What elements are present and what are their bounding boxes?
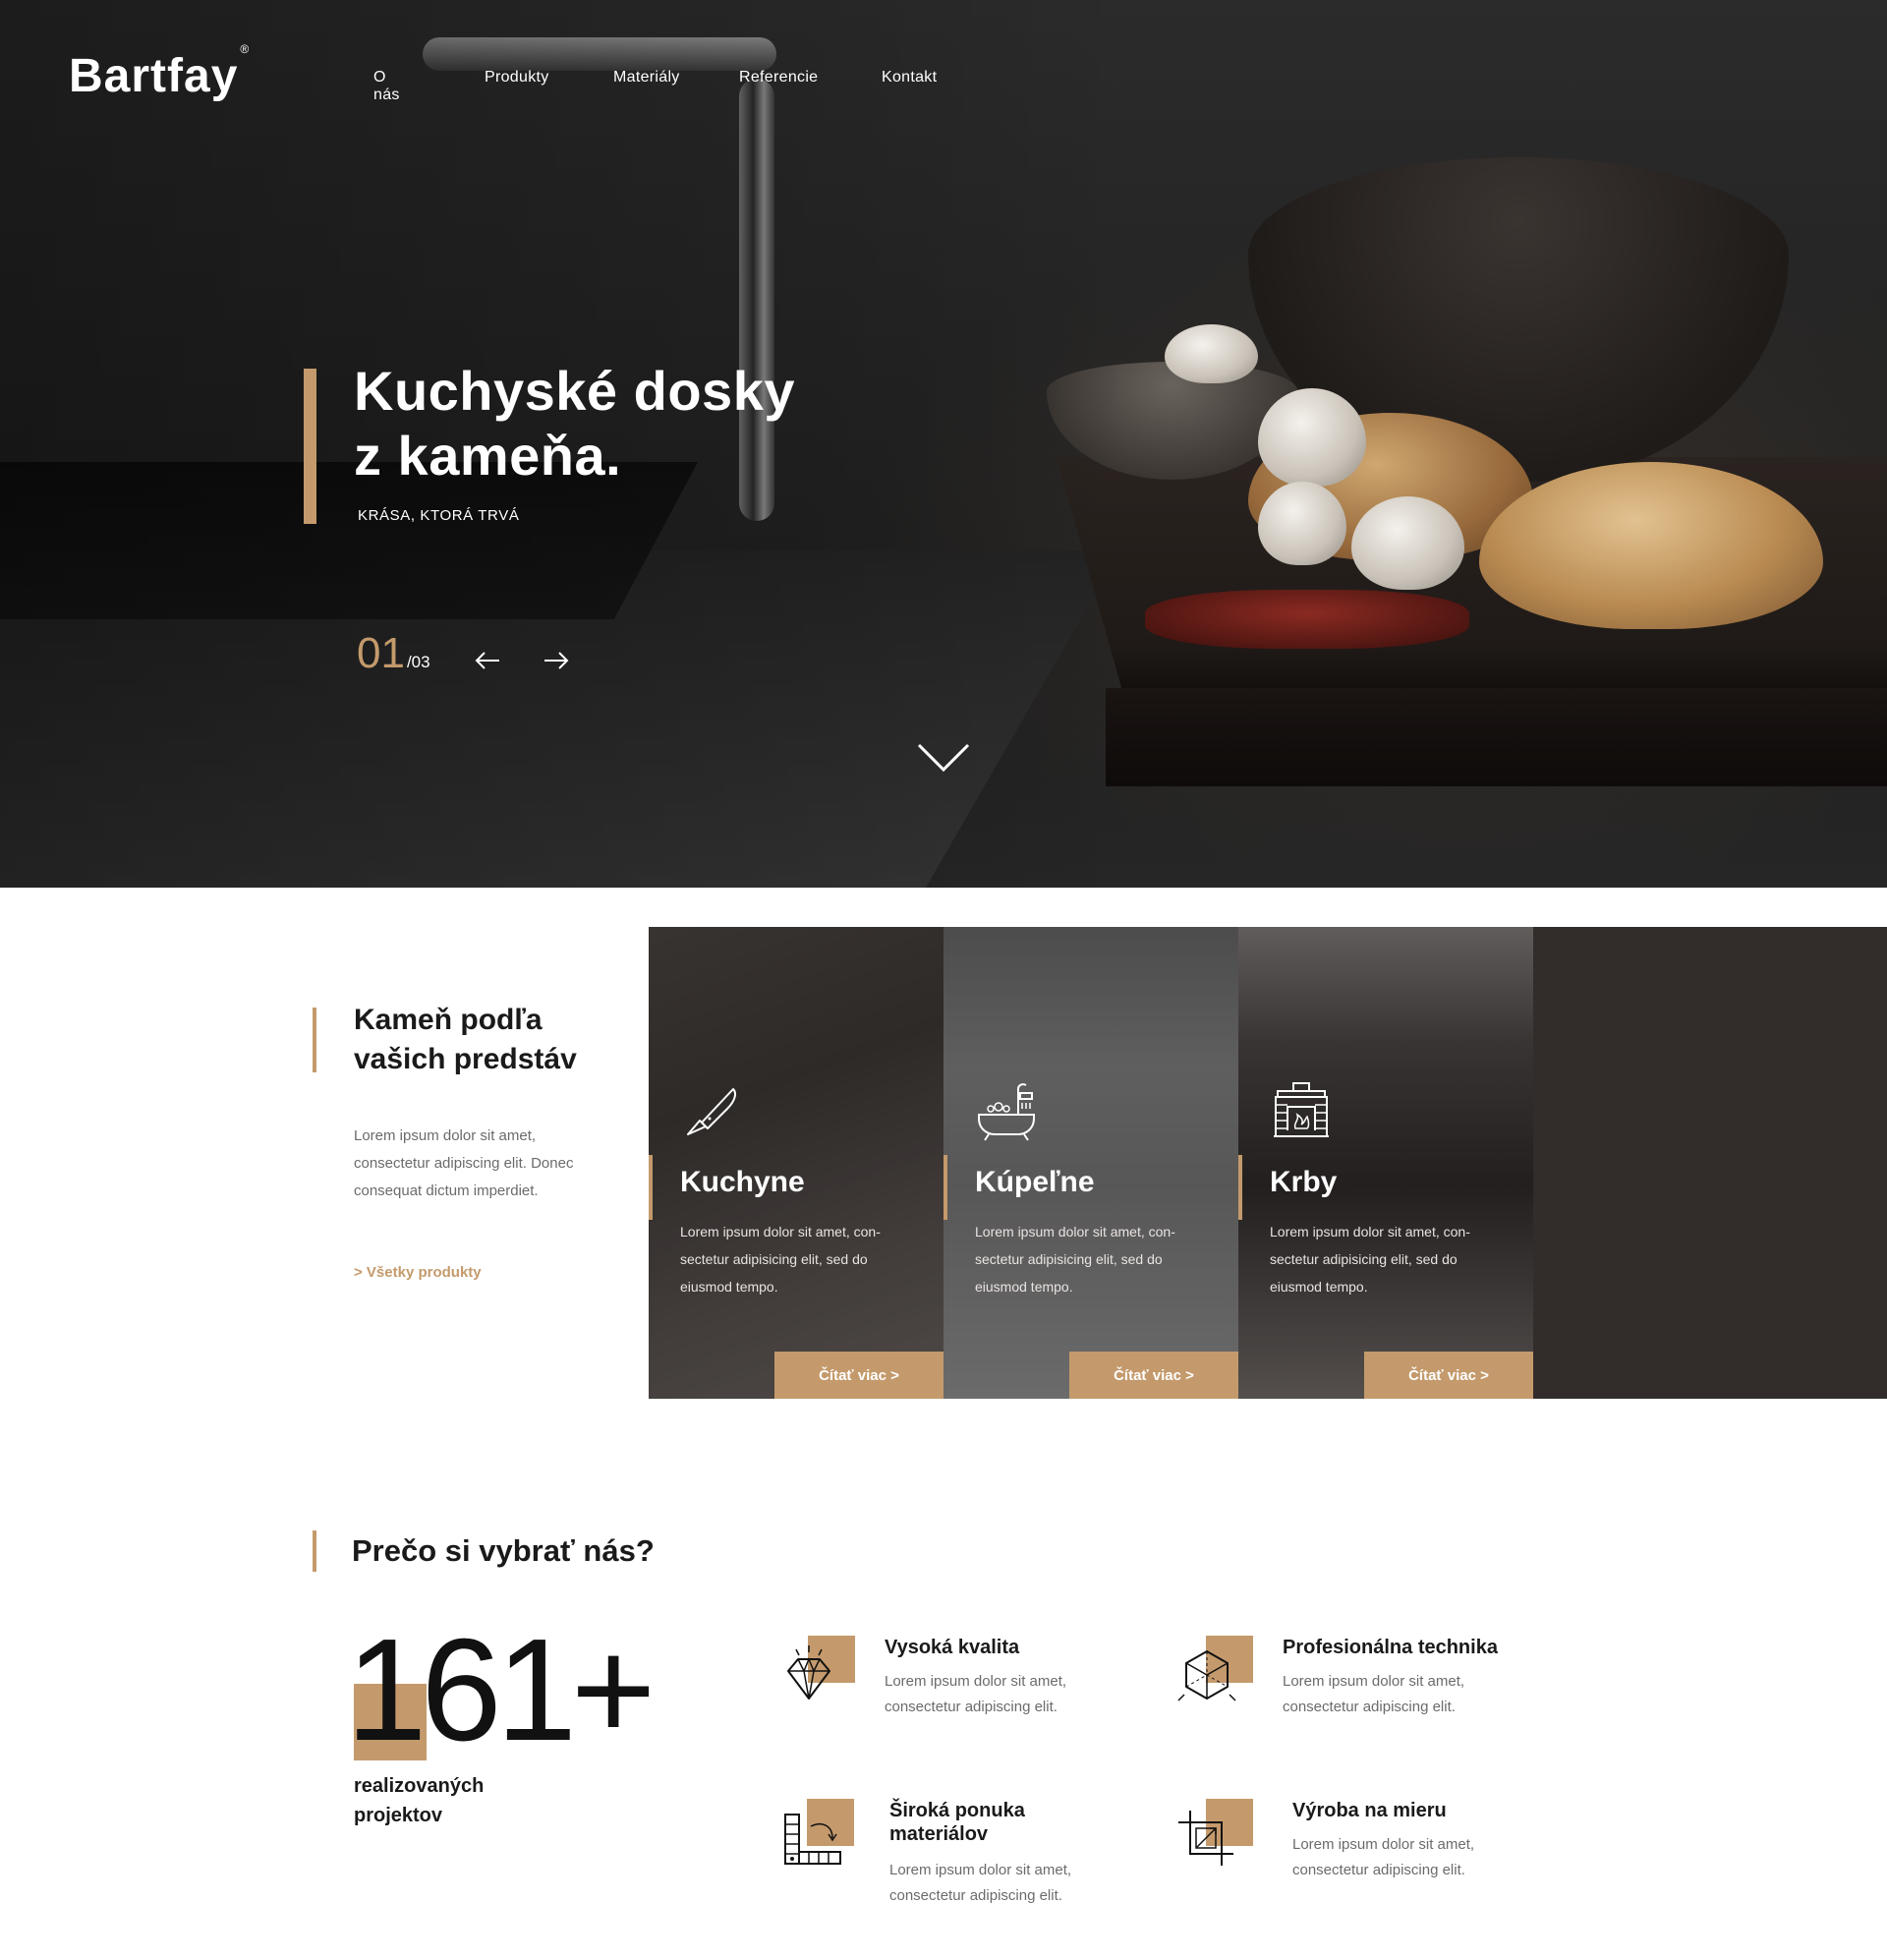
brand-logo[interactable]: Bartfay®	[69, 42, 250, 103]
crop-measure-icon	[1178, 1811, 1233, 1866]
hero-title: Kuchyské dosky z kameňa.	[354, 360, 795, 487]
card-text: Lorem ipsum dolor sit amet, con-sectetur…	[1270, 1224, 1470, 1295]
card-text: Lorem ipsum dolor sit amet, con-sectetur…	[975, 1224, 1175, 1295]
bathtub-icon	[978, 1083, 1035, 1141]
read-more-button[interactable]: Čítať viac >	[1069, 1352, 1238, 1399]
card-title: Kúpeľne	[975, 1166, 1095, 1198]
card-accent-bar	[649, 1155, 653, 1220]
card-title: Kuchyne	[680, 1166, 805, 1198]
card-text: Lorem ipsum dolor sit amet, con-sectetur…	[680, 1224, 881, 1295]
product-card-bathrooms[interactable]: Kúpeľne Lorem ipsum dolor sit amet, con-…	[944, 927, 1238, 1399]
card-title: Krby	[1270, 1166, 1338, 1198]
feature-title: Široká ponuka materiálov	[889, 1800, 1025, 1845]
feature-title: Vysoká kvalita	[885, 1637, 1020, 1658]
card-overlay	[1238, 927, 1533, 1399]
feature-text: Lorem ipsum dolor sit amet, consectetur …	[1292, 1836, 1475, 1878]
all-products-link[interactable]: > Všetky produkty	[354, 1264, 482, 1281]
knife-icon	[687, 1088, 736, 1135]
material-swatches-icon	[784, 1814, 841, 1865]
nav-item-products[interactable]: Produkty	[485, 69, 549, 86]
feature-text: Lorem ipsum dolor sit amet, consectetur …	[889, 1862, 1072, 1904]
products-accent-bar	[313, 1008, 316, 1072]
nav-item-contact[interactable]: Kontakt	[882, 69, 937, 86]
products-description: Lorem ipsum dolor sit amet, consectetur …	[354, 1127, 574, 1199]
card-accent-bar	[1238, 1155, 1242, 1220]
why-title: Prečo si vybrať nás?	[352, 1533, 655, 1568]
card-overlay	[944, 927, 1238, 1399]
card-accent-bar	[944, 1155, 947, 1220]
feature-title: Výroba na mieru	[1292, 1800, 1447, 1821]
stat-label: realizovaných projektov	[354, 1775, 485, 1826]
fireplace-icon	[1274, 1082, 1329, 1137]
cube-icon	[1177, 1650, 1236, 1701]
products-title: Kameň podľa vašich predstáv	[354, 1004, 577, 1075]
feature-title: Profesionálna technika	[1283, 1637, 1498, 1658]
product-card-fireplaces[interactable]: Krby Lorem ipsum dolor sit amet, con-sec…	[1238, 927, 1533, 1399]
arrow-right-icon[interactable]	[541, 645, 572, 676]
arrow-left-icon[interactable]	[472, 645, 503, 676]
feature-text: Lorem ipsum dolor sit amet, consectetur …	[1283, 1673, 1465, 1715]
feature-text: Lorem ipsum dolor sit amet, consectetur …	[885, 1673, 1067, 1715]
diamond-icon	[787, 1645, 830, 1700]
hero-subtitle: KRÁSA, KTORÁ TRVÁ	[358, 507, 520, 524]
chevron-down-icon[interactable]	[916, 741, 971, 775]
stat-number: 161+	[346, 1609, 656, 1771]
read-more-button[interactable]: Čítať viac >	[774, 1352, 944, 1399]
product-card-kitchens[interactable]: Kuchyne Lorem ipsum dolor sit amet, con-…	[649, 927, 944, 1399]
hero-section: Bartfay® O nás Produkty Materiály Refere…	[0, 0, 1887, 888]
why-accent-bar	[313, 1530, 316, 1572]
slide-counter: 01/03	[357, 629, 430, 677]
nav-item-materials[interactable]: Materiály	[613, 69, 680, 86]
hero-accent-bar	[304, 369, 316, 524]
nav-item-about[interactable]: O nás	[373, 69, 400, 104]
card-overlay	[649, 927, 944, 1399]
nav-item-references[interactable]: Referencie	[739, 69, 818, 86]
read-more-button[interactable]: Čítať viac >	[1364, 1352, 1533, 1399]
